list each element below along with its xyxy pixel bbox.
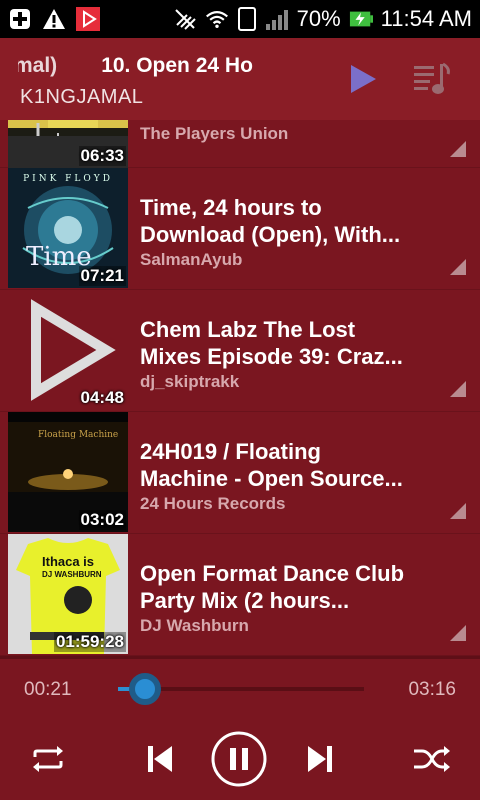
warning-icon: [42, 7, 66, 31]
list-item[interactable]: 04:48 Chem Labz The Lost Mixes Episode 3…: [0, 290, 480, 412]
shuffle-icon: [414, 746, 450, 772]
previous-button[interactable]: [144, 739, 176, 779]
shuffle-button[interactable]: [412, 739, 452, 779]
video-duration: 03:02: [78, 510, 126, 530]
video-title-line-2: Mixes Episode 39: Craz...: [140, 344, 403, 369]
video-channel: DJ Washburn: [140, 616, 249, 635]
pause-button[interactable]: [210, 730, 268, 788]
wifi-icon: [205, 7, 229, 31]
list-item[interactable]: 06:33 The Players Union: [0, 120, 480, 168]
video-title-line-2: Party Mix (2 hours...: [140, 588, 350, 613]
thumbnail-text-dj-washburn: DJ WASHBURN: [42, 570, 102, 579]
video-title-line-2: Download (Open), With...: [140, 222, 401, 247]
video-duration: 07:21: [78, 266, 126, 286]
no-vibrate-icon: [173, 7, 197, 31]
battery-percent: 70%: [296, 6, 341, 31]
video-duration: 04:48: [80, 388, 124, 407]
skip-next-icon: [308, 746, 332, 772]
video-channel: The Players Union: [140, 124, 289, 143]
playlist-icon[interactable]: [412, 60, 452, 98]
total-time: 03:16: [408, 679, 456, 700]
player-controls: 00:21 03:16: [0, 656, 480, 800]
video-list[interactable]: 06:33 The Players Union PINK FLOYD Time …: [0, 120, 480, 656]
list-item[interactable]: Floating Machine 03:02 24H019 / Floating…: [0, 412, 480, 534]
play-icon[interactable]: [345, 62, 379, 96]
video-thumbnail: Floating Machine 03:02: [8, 412, 128, 532]
current-time: 00:21: [24, 679, 72, 700]
video-title: Time, 24 hours to Download (Open), With.…: [140, 194, 410, 248]
item-menu-icon[interactable]: [450, 259, 466, 275]
add-notification-icon: [8, 7, 32, 31]
item-menu-icon[interactable]: [450, 381, 466, 397]
item-menu-icon[interactable]: [450, 625, 466, 641]
sim-icon: [237, 7, 257, 31]
pause-icon: [211, 731, 267, 787]
video-title: 24H019 / Floating Machine - Open Source.…: [140, 438, 410, 492]
video-channel: SalmanAyub: [140, 250, 243, 269]
video-channel: 24 Hours Records: [140, 494, 286, 513]
video-title-line-1: Open Format Dance Club: [140, 561, 405, 586]
repeat-button[interactable]: [28, 739, 68, 779]
item-menu-icon[interactable]: [450, 141, 466, 157]
video-title-line-1: Chem Labz The Lost: [140, 317, 356, 342]
video-thumbnail: Ithaca is DJ WASHBURN 01:59:28: [8, 534, 128, 654]
now-playing-bar[interactable]: mal) 10. Open 24 Ho K1NGJAMAL: [0, 38, 480, 120]
video-thumbnail: 04:48: [8, 290, 128, 410]
video-title-line-1: Time, 24 hours to: [140, 195, 322, 220]
battery-charging-icon: [349, 7, 373, 31]
thumbnail-text-pink-floyd: PINK FLOYD: [23, 174, 113, 184]
video-title: Chem Labz The Lost Mixes Episode 39: Cra…: [140, 316, 410, 370]
seek-thumb[interactable]: [129, 673, 162, 705]
signal-icon: [265, 7, 289, 31]
now-playing-title-part-1: mal): [18, 54, 58, 77]
next-button[interactable]: [304, 739, 336, 779]
item-menu-icon[interactable]: [450, 503, 466, 519]
video-channel: dj_skiptrakk: [140, 372, 240, 391]
video-title: Open Format Dance Club Party Mix (2 hour…: [140, 560, 410, 614]
list-item[interactable]: PINK FLOYD Time 07:21 Time, 24 hours to …: [0, 168, 480, 290]
thumbnail-text-floating-machine: Floating Machine: [38, 430, 119, 440]
title-fade: [250, 38, 340, 120]
video-title-line-1: 24H019 / Floating: [140, 439, 321, 464]
list-item[interactable]: Ithaca is DJ WASHBURN 01:59:28 Open Form…: [0, 534, 480, 656]
seek-bar[interactable]: [118, 673, 364, 705]
video-title-line-2: Machine - Open Source...: [140, 466, 403, 491]
repeat-icon: [33, 746, 63, 772]
clock: 11:54 AM: [380, 6, 472, 31]
thumbnail-text-ithaca: Ithaca is: [42, 554, 95, 569]
status-bar: 70% 11:54 AM: [0, 0, 480, 38]
video-duration: 01:59:28: [53, 632, 126, 652]
skip-previous-icon: [148, 746, 172, 772]
now-playing-channel: K1NGJAMAL: [20, 86, 144, 108]
video-thumbnail: 06:33: [8, 120, 128, 168]
video-duration: 06:33: [78, 146, 126, 166]
youtube-play-icon: [76, 7, 100, 31]
video-thumbnail: PINK FLOYD Time 07:21: [8, 168, 128, 288]
now-playing-title-part-2: 10. Open 24 Ho: [101, 54, 253, 77]
